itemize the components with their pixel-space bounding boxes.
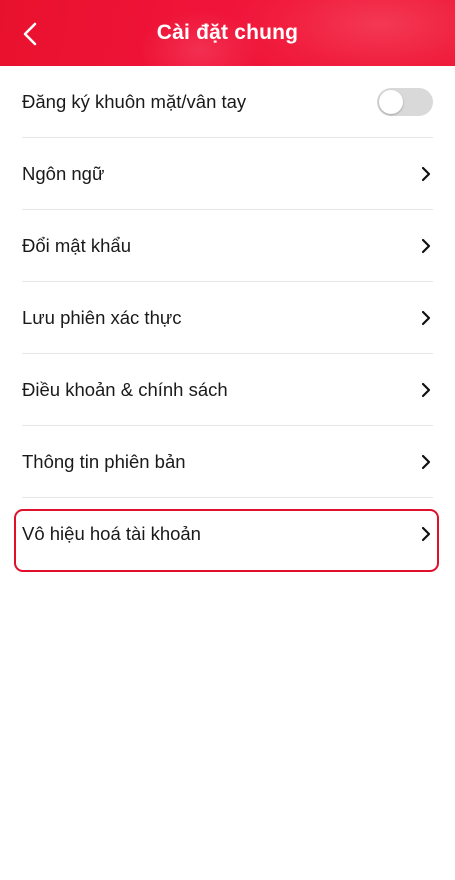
face-fingerprint-toggle[interactable] (377, 87, 433, 116)
chevron-right-icon (419, 381, 433, 399)
chevron-right-icon (419, 453, 433, 471)
settings-item-label: Đổi mật khẩu (22, 234, 131, 256)
chevron-right-icon (419, 525, 433, 543)
settings-item-label: Lưu phiên xác thực (22, 306, 182, 328)
chevron-left-icon (23, 22, 37, 46)
settings-item-terms-policy[interactable]: Điều khoản & chính sách (22, 354, 433, 426)
settings-item-label: Điều khoản & chính sách (22, 378, 228, 400)
settings-item-face-fingerprint[interactable]: Đăng ký khuôn mặt/vân tay (22, 66, 433, 138)
chevron-right-icon (419, 237, 433, 255)
settings-item-label: Đăng ký khuôn mặt/vân tay (22, 90, 247, 112)
app-header: Cài đặt chung (0, 0, 455, 66)
settings-item-label: Vô hiệu hoá tài khoản (22, 523, 201, 544)
settings-item-deactivate-account[interactable]: Vô hiệu hoá tài khoản (22, 498, 433, 570)
settings-item-change-password[interactable]: Đổi mật khẩu (22, 210, 433, 282)
settings-item-save-auth-session[interactable]: Lưu phiên xác thực (22, 282, 433, 354)
back-button[interactable] (14, 18, 46, 50)
settings-list: Đăng ký khuôn mặt/vân tay Ngôn ngữ Đổi m… (0, 66, 455, 570)
settings-item-label: Ngôn ngữ (22, 162, 105, 184)
chevron-right-icon (419, 165, 433, 183)
chevron-right-icon (419, 309, 433, 327)
page-title: Cài đặt chung (156, 21, 299, 44)
toggle-knob (379, 89, 403, 114)
settings-item-version-info[interactable]: Thông tin phiên bản (22, 426, 433, 498)
settings-item-label: Thông tin phiên bản (22, 450, 186, 472)
settings-item-language[interactable]: Ngôn ngữ (22, 138, 433, 210)
